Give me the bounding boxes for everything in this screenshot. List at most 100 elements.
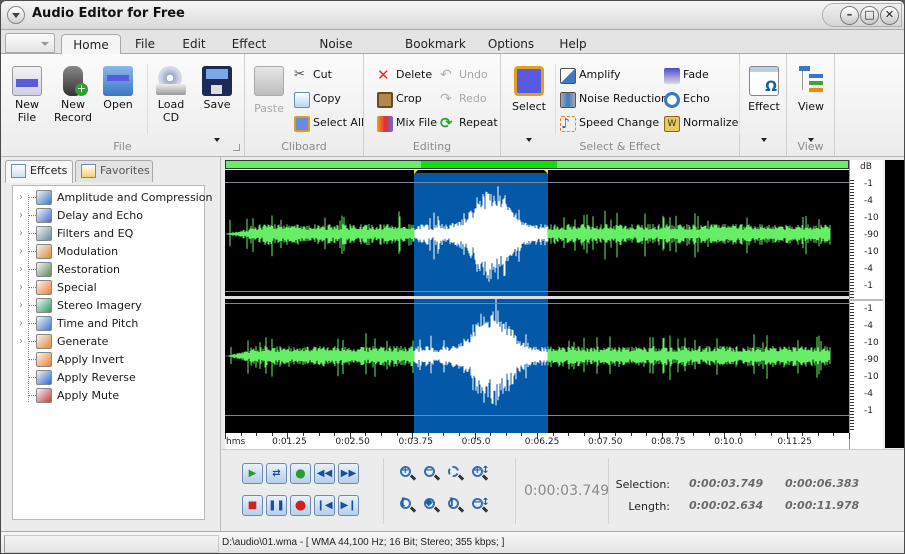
expand-chevron-icon[interactable]: › — [19, 279, 23, 296]
normalize-button[interactable]: W Normalize — [664, 114, 738, 134]
amplify-button[interactable]: Amplify — [560, 66, 621, 86]
selection-end-marker[interactable] — [543, 170, 548, 174]
zoom-selection-button[interactable] — [446, 464, 466, 484]
tab-home[interactable]: Home — [61, 34, 121, 55]
pause-button[interactable]: ❚❚ — [266, 495, 287, 516]
zoom-full-button[interactable]: [ — [398, 496, 418, 516]
tree-item[interactable]: › Restoration — [13, 261, 206, 279]
timeline-label: 0:08.75 — [651, 437, 686, 447]
open-button[interactable]: Open — [101, 66, 135, 111]
rewind-button[interactable]: ◀◀ — [314, 463, 335, 484]
stop-button[interactable]: ■ — [242, 495, 263, 516]
play-selection-button[interactable]: ● — [290, 463, 311, 484]
app-menu-button[interactable] — [7, 6, 25, 24]
close-button[interactable]: ✕ — [880, 6, 899, 25]
tab-bookmark[interactable]: Bookmark — [401, 34, 467, 55]
tree-item[interactable]: › Amplitude and Compression — [13, 189, 212, 207]
play-button[interactable]: ▶ — [242, 463, 263, 484]
load-cd-button[interactable]: Load CD — [153, 66, 189, 124]
skip-to-end-button[interactable]: ▶❙ — [338, 495, 359, 516]
zoom-center-button[interactable]: ◆ — [422, 496, 442, 516]
dialog-launcher-icon[interactable] — [233, 144, 240, 151]
db-tick — [850, 237, 854, 238]
effect-dropdown-arrow[interactable] — [761, 138, 767, 142]
tree-item[interactable]: › Stereo Imagery — [13, 297, 206, 315]
expand-chevron-icon[interactable]: › — [19, 315, 23, 332]
db-tick — [850, 429, 854, 430]
minimize-button[interactable]: – — [840, 6, 859, 25]
tree-item[interactable]: › Filters and EQ — [13, 225, 206, 243]
tree-item[interactable]: › Modulation — [13, 243, 206, 261]
timeline-unit: hms — [226, 437, 246, 447]
selection-start-marker[interactable] — [414, 170, 419, 174]
tree-item[interactable]: › Generate — [13, 333, 206, 351]
copy-button[interactable]: Copy — [294, 90, 341, 110]
quick-access-dropdown[interactable] — [5, 33, 55, 53]
tree-item[interactable]: Apply Reverse — [13, 369, 206, 387]
record-button[interactable]: ● — [290, 495, 311, 516]
loop-button[interactable]: ⇄ — [266, 463, 287, 484]
cut-button[interactable]: ✂ Cut — [294, 66, 332, 86]
tab-options[interactable]: Options — [483, 34, 539, 55]
select-button[interactable]: Select — [509, 66, 549, 142]
delete-button[interactable]: ✕ Delete — [377, 66, 432, 86]
select-all-button[interactable]: Select All — [294, 114, 364, 134]
redo-button[interactable]: ↷ Redo — [440, 90, 487, 110]
db-tick — [850, 225, 854, 226]
tab-help[interactable]: Help — [555, 34, 591, 55]
tree-item[interactable]: Apply Mute — [13, 387, 206, 405]
tab-effects[interactable]: Effcets — [5, 160, 73, 183]
tree-item[interactable]: › Delay and Echo — [13, 207, 206, 225]
timeline-label: 0:11.25 — [777, 437, 812, 447]
effect-button[interactable]: Ω Effect — [744, 66, 784, 142]
undo-button[interactable]: ↶ Undo — [440, 66, 488, 86]
zoom-right-button[interactable]: ] — [446, 496, 466, 516]
db-tick — [850, 309, 854, 310]
repeat-button[interactable]: ⟳ Repeat — [440, 114, 498, 134]
zoom-in-vertical-button[interactable]: +↕ — [470, 464, 490, 484]
zoom-out-vertical-button[interactable]: −↕ — [470, 496, 490, 516]
overview-bar[interactable] — [225, 160, 849, 169]
maximize-button[interactable]: □ — [860, 6, 879, 25]
expand-chevron-icon[interactable]: › — [19, 243, 23, 260]
timeline-tick — [802, 433, 804, 436]
tab-file[interactable]: File — [128, 34, 162, 55]
save-button[interactable]: Save — [199, 66, 235, 142]
expand-chevron-icon[interactable]: › — [19, 297, 23, 314]
skip-to-start-button[interactable]: ❙◀ — [314, 495, 335, 516]
db-tick — [850, 255, 854, 256]
new-record-button[interactable]: + New Record — [51, 66, 95, 124]
zoom-in-button[interactable]: + — [398, 464, 418, 484]
zoom-out-button[interactable]: − — [422, 464, 442, 484]
expand-chevron-icon[interactable]: › — [19, 225, 23, 242]
timeline-ruler[interactable]: hms 0:01.25 0:02.50 0:03.75 0:05.0 0:06.25 0:… — [225, 433, 850, 449]
mute-icon — [36, 388, 52, 403]
crop-button[interactable]: Crop — [377, 90, 422, 110]
tab-noise-reduction[interactable]: Noise Reduction — [287, 34, 385, 71]
expand-chevron-icon[interactable]: › — [19, 333, 23, 350]
fast-forward-button[interactable]: ▶▶ — [338, 463, 359, 484]
play-circle-icon: ● — [295, 466, 306, 480]
tree-item[interactable]: › Special — [13, 279, 206, 297]
expand-chevron-icon[interactable]: › — [19, 189, 23, 206]
db-tick — [850, 384, 854, 385]
noise-reduction-button[interactable]: Noise Reduction — [560, 90, 668, 110]
filters-icon — [36, 226, 52, 241]
echo-button[interactable]: Echo — [664, 90, 710, 110]
speed-change-button[interactable]: ♪ Speed Change — [560, 114, 659, 134]
mix-file-button[interactable]: Mix File — [377, 114, 437, 134]
db-tick — [850, 330, 854, 331]
tree-item[interactable]: › Time and Pitch — [13, 315, 206, 333]
paste-button[interactable]: Paste — [253, 66, 285, 115]
new-file-button[interactable]: New File — [9, 66, 45, 124]
tree-item[interactable]: Apply Invert — [13, 351, 206, 369]
channel-divider[interactable] — [225, 296, 849, 299]
tab-effect[interactable]: Effect — [227, 34, 271, 55]
view-button[interactable]: View — [791, 66, 831, 142]
tab-edit[interactable]: Edit — [177, 34, 211, 55]
expand-chevron-icon[interactable]: › — [19, 207, 23, 224]
expand-chevron-icon[interactable]: › — [19, 261, 23, 278]
waveform-canvas[interactable] — [225, 170, 849, 433]
fade-button[interactable]: Fade — [664, 66, 709, 86]
tab-favorites[interactable]: Favorites — [75, 160, 153, 182]
